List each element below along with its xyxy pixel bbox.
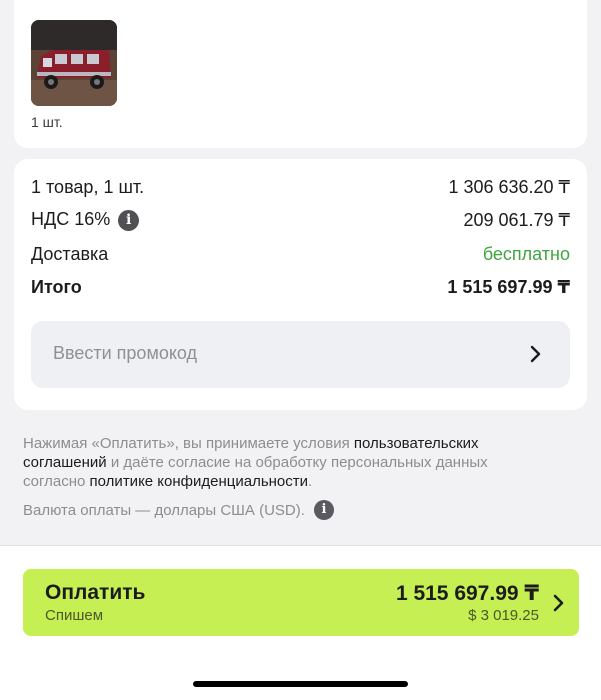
order-summary-card: 1 товар, 1 шт. 1 306 636.20 ₸ НДС 16% i 2… xyxy=(14,159,587,410)
delivery-row: Доставка бесплатно xyxy=(31,242,570,266)
pay-amount-usd: $ 3 019.25 xyxy=(468,607,539,624)
home-indicator[interactable] xyxy=(193,681,408,687)
delivery-value: бесплатно xyxy=(482,243,570,264)
privacy-policy-link[interactable]: политике конфиденциальности xyxy=(90,473,308,490)
goods-label: 1 товар, 1 шт. xyxy=(31,176,145,197)
total-value: 1 515 697.99 ₸ xyxy=(447,276,570,297)
currency-info-icon[interactable]: i xyxy=(313,500,334,520)
vat-value: 209 061.79 ₸ xyxy=(463,209,570,230)
goods-row: 1 товар, 1 шт. 1 306 636.20 ₸ xyxy=(31,175,570,199)
total-label: Итого xyxy=(31,276,82,297)
currency-note-text: Валюта оплаты — доллары США (USD). xyxy=(23,501,305,519)
product-image xyxy=(31,20,117,106)
pay-button-subtitle: Спишем xyxy=(45,607,104,624)
pay-button-title: Оплатить xyxy=(45,581,146,604)
legal-part3: . xyxy=(308,473,313,490)
product-thumbnail[interactable] xyxy=(31,20,117,106)
vat-row: НДС 16% i 209 061.79 ₸ xyxy=(31,208,570,232)
payment-footer: Оплатить Спишем 1 515 697.99 ₸ $ 3 019.2… xyxy=(0,545,601,700)
legal-part1: Нажимая «Оплатить», вы принимаете услови… xyxy=(23,435,354,452)
chevron-right-icon xyxy=(530,345,541,363)
goods-value: 1 306 636.20 ₸ xyxy=(448,176,570,197)
promo-code-button[interactable]: Ввести промокод xyxy=(31,321,570,388)
promo-code-placeholder: Ввести промокод xyxy=(53,343,198,363)
currency-note: Валюта оплаты — доллары США (USD). i xyxy=(23,500,334,520)
vat-label-wrap: НДС 16% i xyxy=(31,209,140,231)
vat-label: НДС 16% xyxy=(31,209,111,230)
item-card: 1 шт. xyxy=(14,0,587,148)
chevron-right-icon xyxy=(553,594,564,612)
legal-text: Нажимая «Оплатить», вы принимаете услови… xyxy=(23,434,553,491)
pay-button[interactable]: Оплатить Спишем 1 515 697.99 ₸ $ 3 019.2… xyxy=(23,569,579,636)
delivery-label: Доставка xyxy=(31,243,109,264)
pay-amount: 1 515 697.99 ₸ xyxy=(395,582,539,605)
item-quantity: 1 шт. xyxy=(31,114,63,130)
vat-info-icon[interactable]: i xyxy=(118,209,140,231)
total-row: Итого 1 515 697.99 ₸ xyxy=(31,275,570,299)
